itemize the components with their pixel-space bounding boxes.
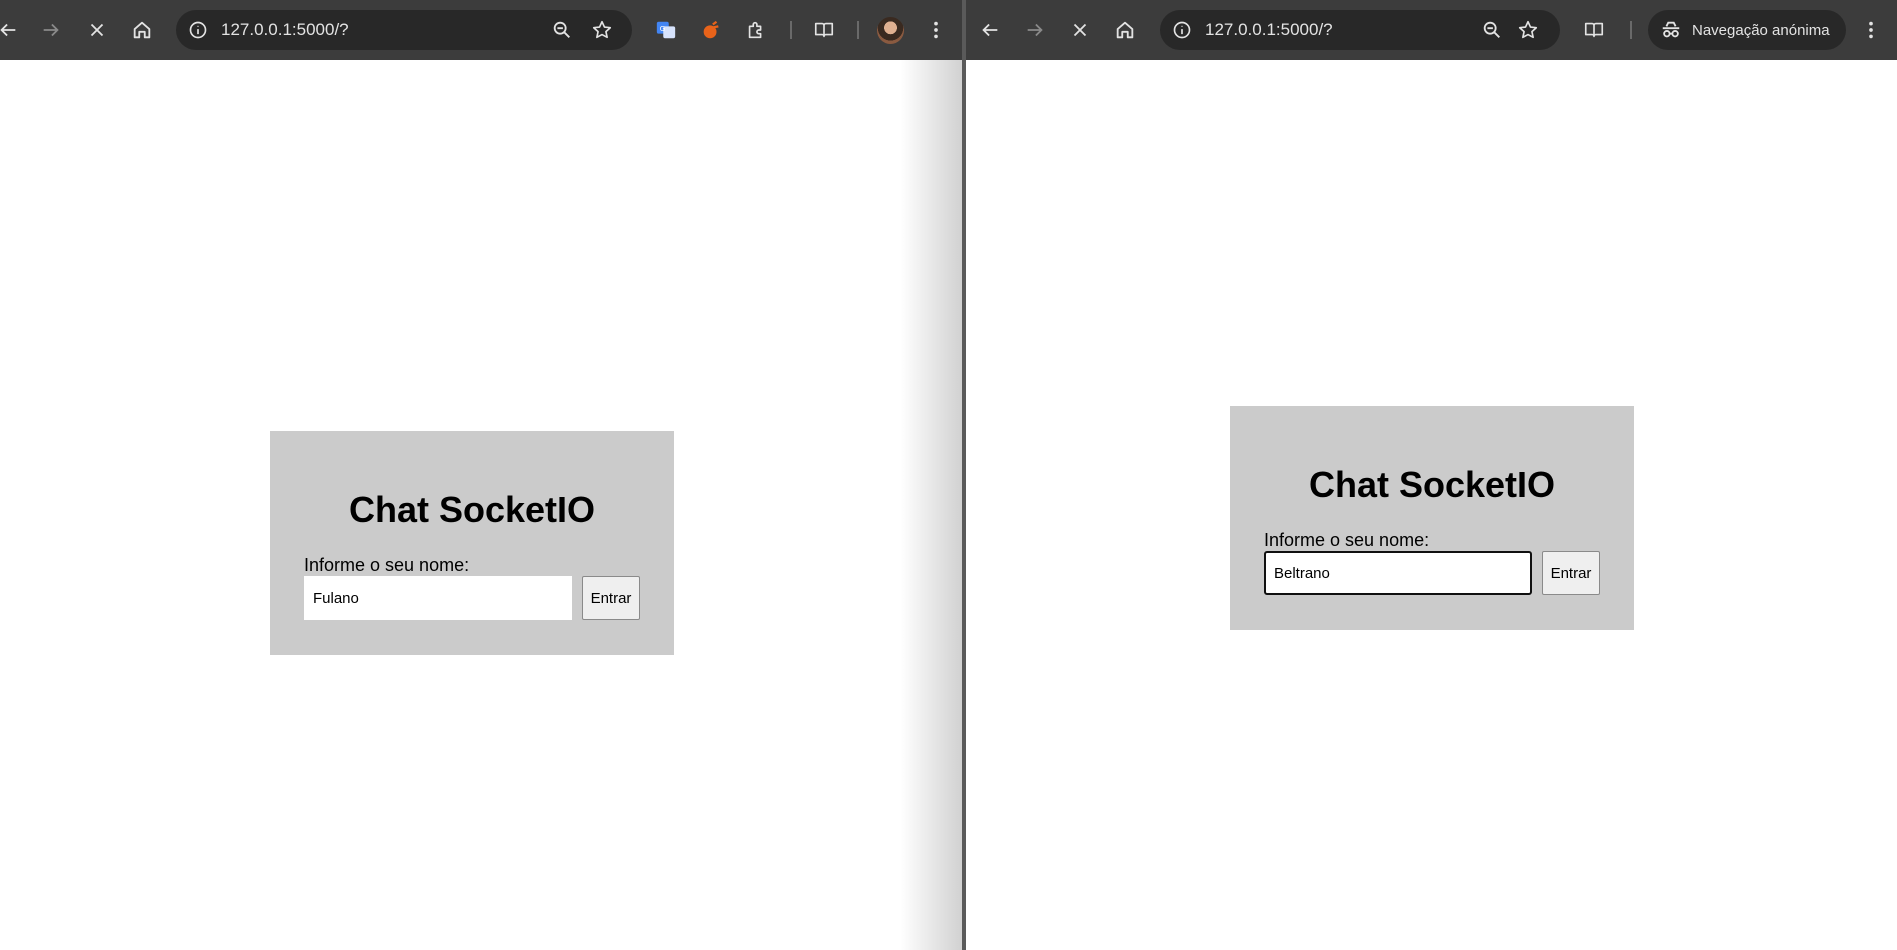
stop-loading-icon[interactable] — [1064, 14, 1096, 46]
stop-loading-icon[interactable] — [81, 14, 113, 46]
incognito-chip[interactable]: Navegação anónima — [1648, 10, 1846, 50]
incognito-label: Navegação anónima — [1692, 21, 1830, 39]
extensions-puzzle-icon[interactable] — [740, 14, 772, 46]
zoom-icon[interactable] — [1480, 18, 1504, 42]
screen: 127.0.0.1:5000/? G Chat SocketIO Informe… — [0, 0, 1897, 950]
right-omnibox[interactable]: 127.0.0.1:5000/? — [1160, 10, 1560, 50]
profile-avatar[interactable] — [877, 17, 904, 44]
bookmark-star-icon[interactable] — [590, 18, 614, 42]
enter-button[interactable]: Entrar — [582, 576, 640, 620]
enter-button[interactable]: Entrar — [1542, 551, 1600, 595]
name-input[interactable] — [304, 576, 572, 620]
back-icon[interactable] — [0, 14, 24, 46]
site-info-icon[interactable] — [1170, 18, 1194, 42]
left-omnibox[interactable]: 127.0.0.1:5000/? — [176, 10, 632, 50]
site-info-icon[interactable] — [186, 18, 210, 42]
reading-mode-icon[interactable] — [1578, 14, 1610, 46]
forward-icon[interactable] — [1019, 14, 1051, 46]
home-icon[interactable] — [1109, 14, 1141, 46]
toolbar-separator — [1630, 21, 1632, 39]
name-input[interactable] — [1264, 551, 1532, 595]
card-title: Chat SocketIO — [1308, 464, 1556, 505]
orange-extension-icon[interactable] — [695, 14, 727, 46]
google-translate-icon[interactable]: G — [650, 14, 682, 46]
login-card: Chat SocketIO Informe o seu nome: Entrar — [270, 431, 674, 655]
left-toolbar: 127.0.0.1:5000/? G — [0, 0, 964, 60]
left-browser-window: 127.0.0.1:5000/? G Chat SocketIO Informe… — [0, 0, 964, 950]
forward-icon[interactable] — [35, 14, 67, 46]
home-icon[interactable] — [126, 14, 158, 46]
bookmark-star-icon[interactable] — [1516, 18, 1540, 42]
incognito-icon — [1662, 21, 1680, 38]
login-card: Chat SocketIO Informe o seu nome: Entrar — [1230, 406, 1634, 630]
address-url[interactable]: 127.0.0.1:5000/? — [221, 10, 349, 50]
address-url[interactable]: 127.0.0.1:5000/? — [1205, 10, 1333, 50]
menu-kebab-icon[interactable] — [920, 14, 952, 46]
name-label: Informe o seu nome: — [304, 555, 470, 575]
name-label: Informe o seu nome: — [1264, 530, 1430, 550]
right-browser-window: 127.0.0.1:5000/? Navegação anónima Chat … — [966, 0, 1897, 950]
back-icon[interactable] — [974, 14, 1006, 46]
card-title: Chat SocketIO — [348, 489, 596, 530]
menu-kebab-icon[interactable] — [1855, 14, 1887, 46]
window-edge-shadow — [900, 60, 962, 950]
toolbar-separator — [857, 21, 859, 39]
reading-mode-icon[interactable] — [808, 14, 840, 46]
svg-text:G: G — [660, 24, 666, 33]
zoom-icon[interactable] — [550, 18, 574, 42]
toolbar-separator — [790, 21, 792, 39]
right-toolbar: 127.0.0.1:5000/? Navegação anónima — [966, 0, 1897, 60]
